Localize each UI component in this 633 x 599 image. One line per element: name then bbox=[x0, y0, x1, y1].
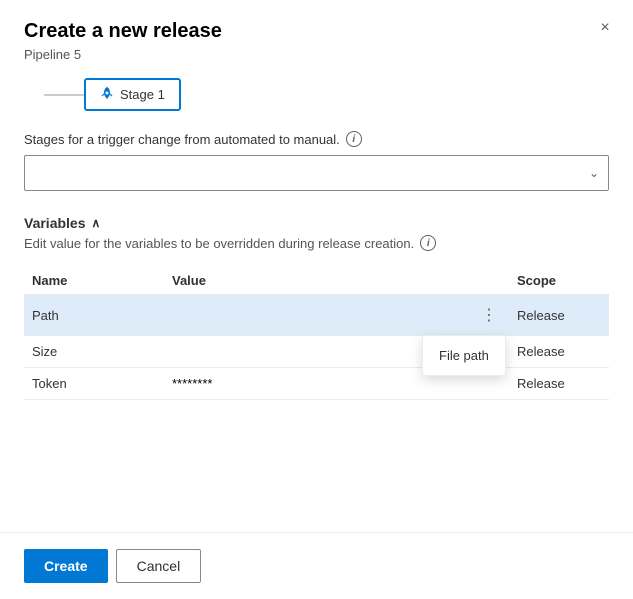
create-button[interactable]: Create bbox=[24, 549, 108, 583]
table-row: Size Release bbox=[24, 336, 609, 368]
table-header-row: Name Value Scope bbox=[24, 267, 609, 295]
dialog-subtitle: Pipeline 5 bbox=[24, 47, 609, 62]
path-context-menu-button[interactable]: ⋮ bbox=[477, 303, 501, 327]
col-header-value: Value bbox=[164, 267, 509, 295]
dialog-header: × Create a new release Pipeline 5 bbox=[0, 0, 633, 78]
variables-description: Edit value for the variables to be overr… bbox=[24, 235, 609, 251]
trigger-info-icon[interactable]: i bbox=[346, 131, 362, 147]
var-scope-token: Release bbox=[509, 368, 609, 400]
create-release-dialog: × Create a new release Pipeline 5 Stage … bbox=[0, 0, 633, 599]
stage-container: Stage 1 bbox=[24, 78, 609, 111]
trigger-dropdown-wrapper: ⌄ bbox=[24, 155, 609, 191]
value-cell-path: ⋮ File path bbox=[172, 303, 501, 327]
stage-icon bbox=[100, 86, 114, 103]
trigger-dropdown-input[interactable] bbox=[24, 155, 609, 191]
variables-title: Variables bbox=[24, 215, 86, 231]
variables-header: Variables ∧ bbox=[24, 215, 609, 231]
var-scope-path: Release bbox=[509, 295, 609, 336]
var-name-size: Size bbox=[24, 336, 164, 368]
trigger-section-label: Stages for a trigger change from automat… bbox=[24, 131, 609, 147]
cancel-button[interactable]: Cancel bbox=[116, 549, 202, 583]
variables-table: Name Value Scope Path ⋮ bbox=[24, 267, 609, 400]
var-scope-size: Release bbox=[509, 336, 609, 368]
var-value-path: ⋮ File path bbox=[164, 295, 509, 336]
stage-box: Stage 1 bbox=[84, 78, 181, 111]
path-value-input[interactable] bbox=[172, 308, 473, 323]
dialog-title: Create a new release bbox=[24, 20, 609, 43]
file-path-tooltip: File path bbox=[422, 335, 506, 376]
dialog-body: Stage 1 Stages for a trigger change from… bbox=[0, 78, 633, 532]
variables-info-icon[interactable]: i bbox=[420, 235, 436, 251]
table-row: Token Release bbox=[24, 368, 609, 400]
var-name-path: Path bbox=[24, 295, 164, 336]
token-value-input[interactable] bbox=[172, 376, 501, 391]
table-row: Path ⋮ File path Release bbox=[24, 295, 609, 336]
stage-label: Stage 1 bbox=[120, 87, 165, 102]
col-header-name: Name bbox=[24, 267, 164, 295]
col-header-scope: Scope bbox=[509, 267, 609, 295]
var-name-token: Token bbox=[24, 368, 164, 400]
close-button[interactable]: × bbox=[593, 16, 617, 40]
stage-line bbox=[44, 94, 84, 96]
variables-chevron-icon[interactable]: ∧ bbox=[92, 216, 101, 230]
variables-section: Variables ∧ Edit value for the variables… bbox=[24, 215, 609, 400]
dialog-footer: Create Cancel bbox=[0, 532, 633, 599]
